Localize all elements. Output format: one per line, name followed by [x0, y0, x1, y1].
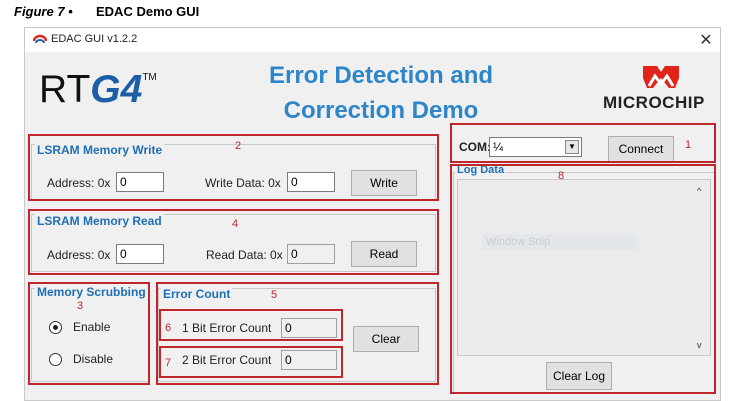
write-address-input[interactable]	[116, 172, 164, 192]
window-snip-overlay: Window Snip	[482, 234, 636, 250]
connect-button[interactable]: Connect	[608, 136, 674, 162]
log-scrollbar[interactable]: ^ v	[697, 180, 708, 358]
trademark-mark: TM	[142, 72, 157, 83]
annotation-number-8: 8	[558, 170, 565, 182]
dropdown-arrow-icon[interactable]: ▼	[565, 140, 579, 154]
disable-label: Disable	[73, 352, 114, 366]
write-data-label: Write Data: 0x	[205, 176, 281, 190]
memory-scrubbing-group	[31, 288, 149, 382]
annotation-number-1: 1	[685, 139, 692, 151]
lsram-write-title: LSRAM Memory Write	[35, 143, 165, 157]
disable-radio[interactable]	[49, 353, 62, 366]
main-title-line1: Error Detection and	[268, 62, 494, 89]
two-bit-error-output	[281, 350, 337, 370]
two-bit-error-label: 2 Bit Error Count	[182, 353, 272, 367]
com-label: COM:	[459, 140, 491, 154]
annotation-number-4: 4	[232, 218, 239, 230]
close-icon[interactable]: ✕	[697, 30, 715, 50]
scroll-up-icon[interactable]: ^	[697, 186, 701, 196]
lsram-read-title: LSRAM Memory Read	[35, 214, 164, 228]
log-text-area[interactable]: Window Snip ^ v	[457, 179, 711, 356]
clear-log-button[interactable]: Clear Log	[546, 362, 612, 390]
enable-radio[interactable]	[49, 321, 62, 334]
annotation-number-7: 7	[165, 357, 172, 369]
read-address-label: Address: 0x	[47, 248, 111, 262]
read-address-input[interactable]	[116, 244, 164, 264]
rtg4-logo: RTG4TM	[39, 68, 157, 112]
annotation-number-5: 5	[271, 289, 278, 301]
one-bit-error-output	[281, 318, 337, 338]
error-count-title: Error Count	[161, 287, 233, 301]
read-data-output	[287, 244, 335, 264]
title-bar: EDAC GUI v1.2.2 ✕	[25, 28, 720, 52]
annotation-number-3: 3	[77, 300, 84, 312]
rtg4-logo-suffix: G4	[90, 68, 143, 111]
memory-scrubbing-title: Memory Scrubbing	[35, 285, 148, 299]
annotation-number-6: 6	[165, 322, 172, 334]
log-data-title: Log Data	[455, 164, 507, 176]
clear-errors-button[interactable]: Clear	[353, 326, 419, 352]
write-data-input[interactable]	[287, 172, 335, 192]
main-title-line2: Correction Demo	[283, 97, 479, 124]
com-port-select[interactable]: ¼ ▼	[489, 137, 582, 157]
com-port-value: ¼	[493, 140, 504, 154]
one-bit-error-label: 1 Bit Error Count	[182, 321, 272, 335]
microchip-wordmark: MICROCHIP	[603, 93, 705, 112]
app-window: EDAC GUI v1.2.2 ✕ RTG4TM Error Detection…	[24, 27, 721, 401]
read-data-label: Read Data: 0x	[206, 248, 283, 262]
window-title: EDAC GUI v1.2.2	[51, 33, 138, 45]
write-button[interactable]: Write	[351, 170, 417, 196]
scroll-down-icon[interactable]: v	[697, 340, 702, 350]
annotation-number-2: 2	[235, 140, 242, 152]
figure-caption-title: EDAC Demo GUI	[96, 4, 200, 19]
write-address-label: Address: 0x	[47, 176, 111, 190]
figure-caption-label: Figure 7 •	[14, 4, 73, 19]
main-title: Error Detection and Correction Demo	[211, 58, 551, 128]
edac-app-icon	[33, 34, 47, 44]
read-button[interactable]: Read	[351, 241, 417, 267]
rtg4-logo-prefix: RT	[39, 68, 91, 111]
enable-label: Enable	[73, 320, 111, 334]
